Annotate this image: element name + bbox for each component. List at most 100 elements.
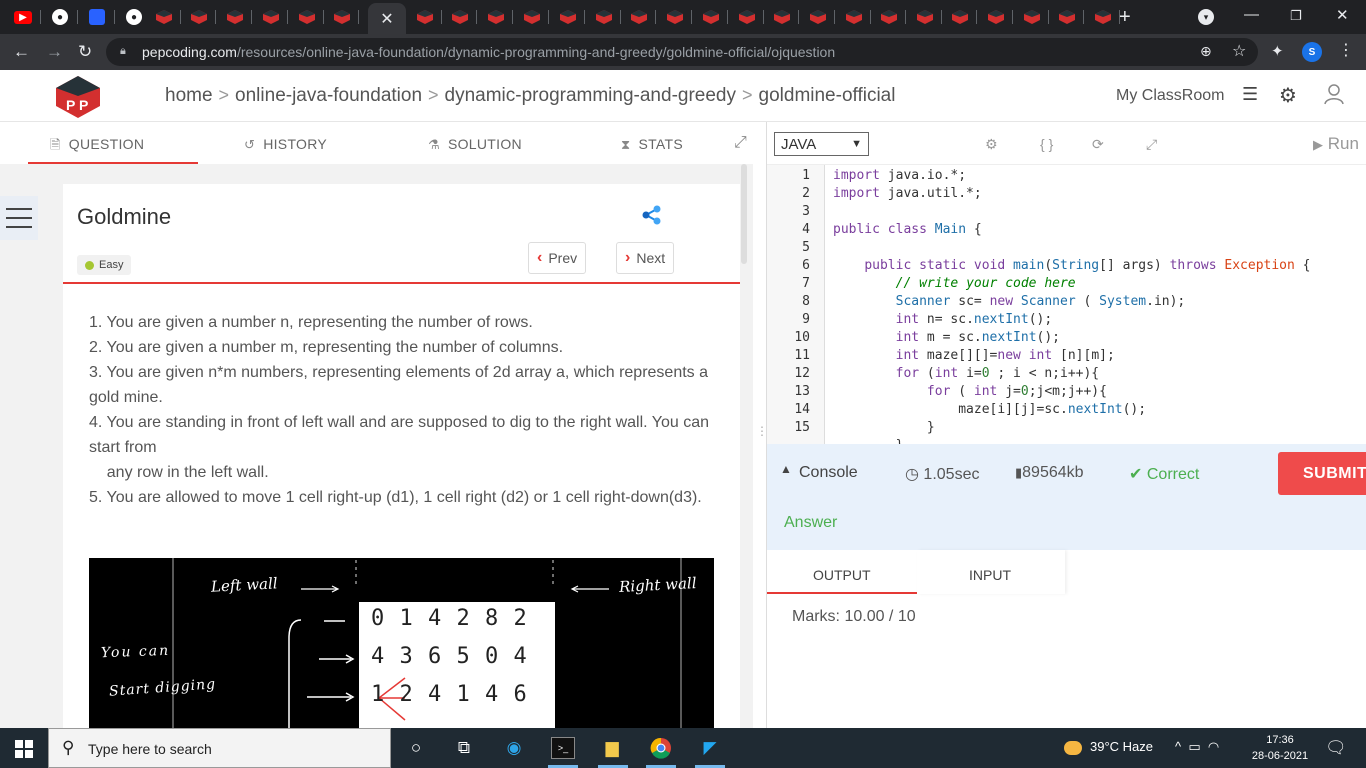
- tab-solution[interactable]: ⚗ SOLUTION: [428, 136, 522, 153]
- tab-pepcoding[interactable]: [587, 5, 621, 29]
- tab-pepcoding[interactable]: [658, 5, 692, 29]
- tab-separator: [870, 10, 871, 24]
- settings-gear-icon[interactable]: ⚙: [985, 136, 998, 153]
- tab-pepcoding[interactable]: [837, 5, 871, 29]
- code-editor[interactable]: 1 2 3 4 5 6 7 8 9 10 11 12 13 14 15 impo…: [767, 164, 1366, 444]
- weather-widget[interactable]: 39°C Haze: [1064, 739, 1153, 755]
- pepcoding-favicon-icon: [810, 10, 826, 24]
- extensions-icon[interactable]: ✦: [1271, 42, 1284, 60]
- tab-github[interactable]: ●: [43, 5, 77, 29]
- run-button[interactable]: ▶ Run: [1313, 134, 1359, 154]
- expand-icon[interactable]: ⤢: [734, 134, 747, 152]
- tab-pepcoding[interactable]: [479, 5, 513, 29]
- file-explorer-icon[interactable]: ▆: [600, 737, 624, 759]
- tab-pepcoding[interactable]: [730, 5, 764, 29]
- document-icon: 🗎: [50, 137, 61, 152]
- tab-pepcoding[interactable]: [908, 5, 942, 29]
- tab-blue-app[interactable]: [80, 5, 114, 29]
- clock-icon: ◷: [905, 466, 919, 483]
- close-window-button[interactable]: ✕: [1336, 6, 1349, 24]
- restore-button[interactable]: ❐: [1290, 8, 1302, 24]
- tab-pepcoding[interactable]: [443, 5, 477, 29]
- tab-input[interactable]: INPUT: [969, 567, 1011, 583]
- statement-line: 1. You are given a number n, representin…: [89, 314, 533, 331]
- prev-button[interactable]: ‹ Prev: [528, 242, 587, 274]
- edge-icon[interactable]: ◉: [502, 737, 526, 759]
- tab-pepcoding[interactable]: [254, 5, 288, 29]
- tab-search-icon[interactable]: ▾: [1198, 9, 1214, 25]
- share-icon[interactable]: [641, 204, 663, 226]
- tab-history[interactable]: ↺ HISTORY: [244, 136, 327, 153]
- zoom-icon[interactable]: ⊕: [1200, 43, 1212, 60]
- new-tab-button[interactable]: +: [1119, 6, 1131, 29]
- question-scrollbar[interactable]: [741, 164, 747, 264]
- console-toggle[interactable]: Console: [799, 464, 858, 482]
- forward-icon[interactable]: →: [46, 42, 63, 62]
- caret-up-icon[interactable]: ▲: [780, 462, 792, 476]
- list-icon[interactable]: ☰: [1242, 84, 1258, 105]
- reload-icon[interactable]: ↻: [78, 42, 92, 62]
- browser-menu-icon[interactable]: ⋮: [1338, 40, 1354, 60]
- chrome-icon[interactable]: [649, 737, 673, 759]
- tab-pepcoding[interactable]: [872, 5, 906, 29]
- tab-pepcoding[interactable]: [218, 5, 252, 29]
- taskbar-search-input[interactable]: ⚲ Type here to search: [48, 728, 391, 768]
- code-line: int maze[][]=new int [n][m];: [895, 348, 1115, 363]
- submit-button[interactable]: SUBMIT: [1278, 452, 1366, 495]
- format-braces-icon[interactable]: { }: [1040, 136, 1053, 152]
- windows-start-icon[interactable]: [15, 740, 33, 758]
- tab-pepcoding[interactable]: [801, 5, 835, 29]
- my-classroom-link[interactable]: My ClassRoom: [1116, 87, 1224, 105]
- tab-pepcoding[interactable]: [694, 5, 728, 29]
- user-icon[interactable]: [1324, 83, 1344, 105]
- tab-pepcoding[interactable]: [515, 5, 549, 29]
- cortana-icon[interactable]: ○: [404, 737, 428, 759]
- tab-pepcoding[interactable]: [1050, 5, 1084, 29]
- notification-icon[interactable]: 🗨︎: [1325, 738, 1347, 758]
- tab-pepcoding[interactable]: [622, 5, 656, 29]
- tab-github-2[interactable]: ●: [117, 5, 151, 29]
- tab-stats[interactable]: ⧗ STATS: [621, 136, 683, 153]
- prev-label: Prev: [548, 250, 578, 266]
- system-tray[interactable]: ^ ▭ ◠: [1175, 739, 1219, 755]
- tab-pepcoding[interactable]: [979, 5, 1013, 29]
- tab-pepcoding[interactable]: [147, 5, 181, 29]
- tab-pepcoding[interactable]: [551, 5, 585, 29]
- vscode-icon[interactable]: ◤: [698, 737, 722, 759]
- language-select[interactable]: JAVA ▼: [774, 132, 869, 156]
- taskbar-clock[interactable]: 17:36 28-06-2021: [1248, 732, 1312, 764]
- profile-avatar[interactable]: S: [1302, 42, 1322, 62]
- address-bar[interactable]: 🔒︎ pepcoding.com/resources/online-java-f…: [106, 38, 1258, 66]
- fullscreen-icon[interactable]: ⤢: [1146, 136, 1157, 153]
- tab-pepcoding[interactable]: [182, 5, 216, 29]
- hamburger-menu-icon[interactable]: [0, 196, 38, 240]
- close-tab-icon[interactable]: ✕: [380, 9, 393, 29]
- active-tab[interactable]: ✕: [368, 3, 406, 34]
- tab-pepcoding[interactable]: [943, 5, 977, 29]
- tab-question[interactable]: 🗎 QUESTION: [50, 136, 144, 158]
- breadcrumb-course[interactable]: online-java-foundation: [235, 85, 422, 106]
- task-view-icon[interactable]: ⧉: [452, 737, 476, 759]
- breadcrumb-home[interactable]: home: [165, 85, 213, 106]
- next-button[interactable]: › Next: [616, 242, 675, 274]
- breadcrumb-topic[interactable]: dynamic-programming-and-greedy: [445, 85, 736, 106]
- tab-output[interactable]: OUTPUT: [813, 567, 871, 583]
- pepcoding-logo[interactable]: P P: [52, 74, 104, 118]
- tab-pepcoding[interactable]: [1015, 5, 1049, 29]
- code-line: public static void main(String[] args) t…: [864, 258, 1311, 273]
- settings-gear-icon[interactable]: ⚙: [1279, 83, 1297, 108]
- terminal-icon[interactable]: >_: [551, 737, 575, 759]
- back-icon[interactable]: ←: [13, 42, 30, 62]
- execution-time: ◷ 1.05sec: [905, 464, 979, 484]
- tab-history-label: HISTORY: [263, 136, 328, 152]
- minimize-button[interactable]: —: [1244, 6, 1259, 23]
- reset-icon[interactable]: ⟳: [1092, 136, 1104, 153]
- tab-youtube[interactable]: ▶: [6, 5, 40, 29]
- bookmark-star-icon[interactable]: ☆: [1232, 41, 1246, 61]
- tab-pepcoding[interactable]: [290, 5, 324, 29]
- tab-pepcoding[interactable]: [1086, 5, 1120, 29]
- breadcrumb-current[interactable]: goldmine-official: [759, 85, 896, 106]
- tab-pepcoding[interactable]: [408, 5, 442, 29]
- tab-pepcoding[interactable]: [765, 5, 799, 29]
- tab-pepcoding[interactable]: [325, 5, 359, 29]
